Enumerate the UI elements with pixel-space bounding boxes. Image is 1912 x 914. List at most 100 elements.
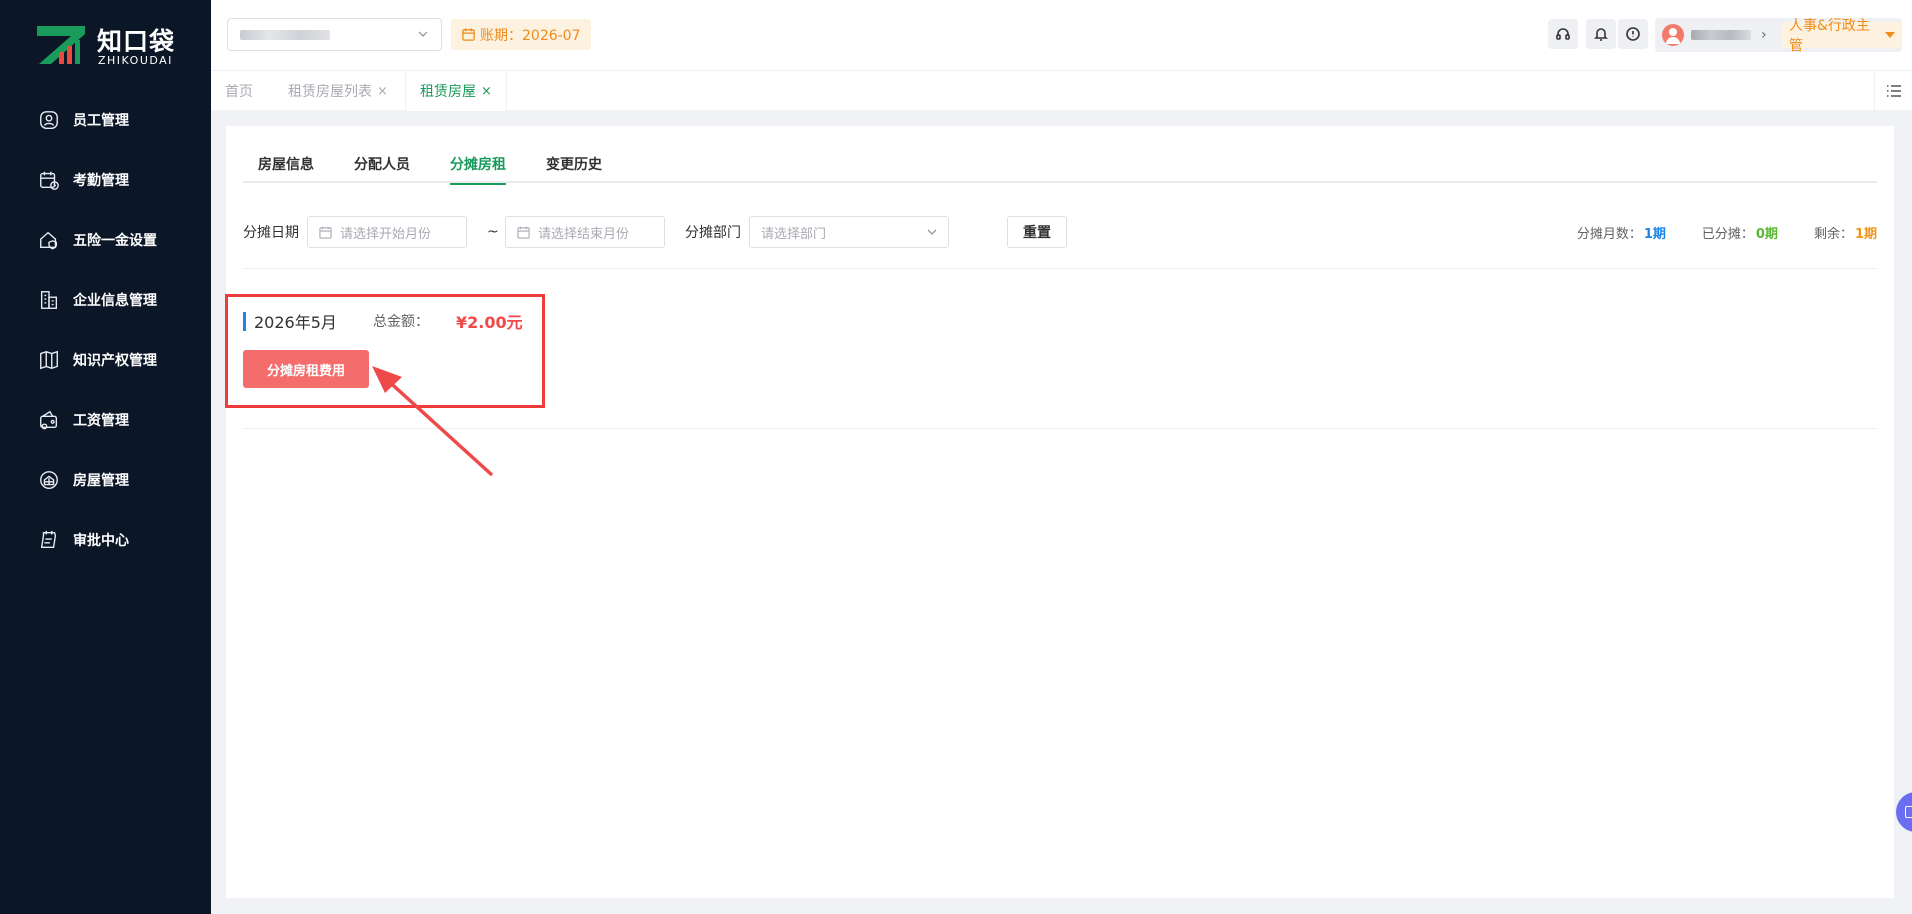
total-amount: ¥2.00元 — [456, 313, 523, 332]
dept-label: 分摊部门 — [685, 225, 741, 241]
period-badge: 账期：2026-07 — [451, 19, 591, 50]
sidebar-item-label: 工资管理 — [73, 413, 129, 429]
caret-down-icon — [1885, 32, 1895, 38]
page-tab-rental-house[interactable]: 租赁房屋 × — [405, 71, 507, 111]
date-label: 分摊日期 — [243, 225, 299, 241]
stat-value: 0期 — [1755, 226, 1778, 242]
page-tab-label: 租赁房屋 — [420, 84, 476, 100]
logo-name: 知口袋 — [97, 27, 176, 56]
sidebar-item-attendance[interactable]: 考勤管理 — [0, 150, 211, 210]
sidebar: 知口袋 ZHIKOUDAI 员工管理 考勤管理 五险一金设置 企业信息管理 知识… — [0, 0, 211, 914]
reset-button[interactable]: 重置 — [1007, 216, 1067, 248]
company-select[interactable] — [227, 18, 442, 51]
page-tab-label: 首页 — [225, 84, 253, 100]
sidebar-nav: 员工管理 考勤管理 五险一金设置 企业信息管理 知识产权管理 工资管理 房屋管理… — [0, 90, 211, 570]
clipboard-icon — [37, 528, 61, 552]
tab-label: 房屋信息 — [258, 157, 314, 173]
info-button[interactable] — [1618, 19, 1648, 49]
stat-remaining: 剩余： 1期 — [1814, 223, 1877, 242]
filter-bar: 分摊日期 请选择开始月份 ~ 请选择结束月份 分摊部门 请选择部门 重置 分摊月… — [243, 216, 1877, 248]
stat-allocated: 已分摊： 0期 — [1702, 223, 1778, 242]
sidebar-item-approval[interactable]: 审批中心 — [0, 510, 211, 570]
sidebar-item-label: 员工管理 — [73, 113, 129, 129]
sidebar-item-label: 知识产权管理 — [73, 353, 157, 369]
start-month-placeholder: 请选择开始月份 — [340, 226, 432, 242]
sidebar-item-salary[interactable]: 工资管理 — [0, 390, 211, 450]
period-card: 2026年5月 总金额： ¥2.00元 分摊房租费用 — [243, 310, 543, 410]
stat-value: 1期 — [1854, 226, 1877, 242]
logo-mark-icon — [37, 26, 85, 64]
sidebar-item-label: 企业信息管理 — [73, 293, 157, 309]
book-icon — [37, 348, 61, 372]
sidebar-item-label: 房屋管理 — [73, 473, 129, 489]
page-tab-rental-list[interactable]: 租赁房屋列表 × — [274, 71, 402, 111]
range-separator: ~ — [487, 224, 499, 240]
dept-select[interactable]: 请选择部门 — [749, 216, 949, 248]
building-icon — [37, 288, 61, 312]
user-circle-icon — [37, 108, 61, 132]
chevron-down-icon — [418, 31, 428, 37]
tab-rent-allocation[interactable]: 分摊房租 — [435, 145, 521, 185]
inner-tabs: 房屋信息 分配人员 分摊房租 变更历史 — [243, 145, 1877, 185]
house-shield-icon — [37, 228, 61, 252]
tabs-menu-button[interactable] — [1874, 71, 1912, 111]
stat-label: 分摊月数： — [1576, 226, 1642, 242]
close-icon[interactable]: × — [377, 84, 388, 99]
page-tab-label: 租赁房屋列表 — [288, 84, 372, 100]
period-month: 2026年5月 — [254, 313, 337, 332]
chat-float-button[interactable] — [1896, 792, 1912, 832]
list-icon — [1886, 85, 1901, 97]
start-month-input[interactable]: 请选择开始月份 — [307, 216, 467, 248]
company-name-redacted — [240, 30, 330, 40]
user-menu[interactable]: › 人事&行政主管 — [1655, 18, 1902, 54]
tab-house-info[interactable]: 房屋信息 — [243, 145, 329, 183]
stat-label: 已分摊： — [1701, 226, 1754, 242]
stat-value: 1期 — [1643, 226, 1666, 242]
avatar — [1662, 24, 1684, 46]
stat-label: 剩余： — [1813, 226, 1853, 242]
support-button[interactable] — [1548, 19, 1578, 49]
chevron-down-icon — [927, 229, 937, 235]
logo[interactable]: 知口袋 ZHIKOUDAI — [37, 22, 187, 68]
sidebar-item-housing[interactable]: 房屋管理 — [0, 450, 211, 510]
dept-placeholder: 请选择部门 — [761, 226, 827, 242]
sidebar-item-company[interactable]: 企业信息管理 — [0, 270, 211, 330]
sidebar-item-ip[interactable]: 知识产权管理 — [0, 330, 211, 390]
period-label: 账期：2026-07 — [480, 27, 581, 44]
top-header: 账期：2026-07 › 人事&行政主管 — [211, 0, 1912, 70]
sidebar-item-label: 考勤管理 — [73, 173, 129, 189]
calendar-icon — [517, 226, 530, 239]
notifications-button[interactable] — [1586, 19, 1616, 49]
allocation-stats: 分摊月数： 1期 已分摊： 0期 剩余： 1期 — [1541, 216, 1877, 248]
allocate-rent-button[interactable]: 分摊房租费用 — [243, 350, 369, 388]
tab-assign-staff[interactable]: 分配人员 — [339, 145, 425, 183]
end-month-input[interactable]: 请选择结束月份 — [505, 216, 665, 248]
sidebar-item-employee[interactable]: 员工管理 — [0, 90, 211, 150]
page-tab-home[interactable]: 首页 — [211, 71, 267, 111]
close-icon[interactable]: × — [481, 84, 492, 99]
page-tabs-bar: 首页 租赁房屋列表 × 租赁房屋 × — [211, 70, 1912, 111]
logo-subtitle: ZHIKOUDAI — [98, 54, 173, 67]
wallet-icon — [37, 408, 61, 432]
bell-icon — [1594, 28, 1608, 41]
total-label: 总金额： — [373, 314, 429, 330]
tab-change-history[interactable]: 变更历史 — [531, 145, 617, 183]
user-name-redacted — [1691, 30, 1751, 40]
role-label: 人事&行政主管 — [1789, 18, 1870, 54]
divider — [243, 428, 1877, 429]
main-content: 房屋信息 分配人员 分摊房租 变更历史 分摊日期 请选择开始月份 ~ 请选择结束… — [226, 126, 1894, 898]
calendar-clock-icon — [37, 168, 61, 192]
house-grid-icon — [37, 468, 61, 492]
stat-months: 分摊月数： 1期 — [1577, 223, 1666, 242]
tab-label: 分配人员 — [354, 157, 410, 173]
alert-circle-icon — [1626, 27, 1640, 41]
calendar-icon — [462, 28, 475, 41]
end-month-placeholder: 请选择结束月份 — [538, 226, 630, 242]
tab-label: 变更历史 — [546, 157, 602, 173]
chevron-right-icon: › — [1761, 27, 1767, 43]
calendar-icon — [319, 226, 332, 239]
role-dropdown[interactable]: 人事&行政主管 — [1781, 18, 1902, 54]
period-marker — [243, 312, 246, 331]
sidebar-item-label: 五险一金设置 — [73, 233, 157, 249]
sidebar-item-insurance[interactable]: 五险一金设置 — [0, 210, 211, 270]
